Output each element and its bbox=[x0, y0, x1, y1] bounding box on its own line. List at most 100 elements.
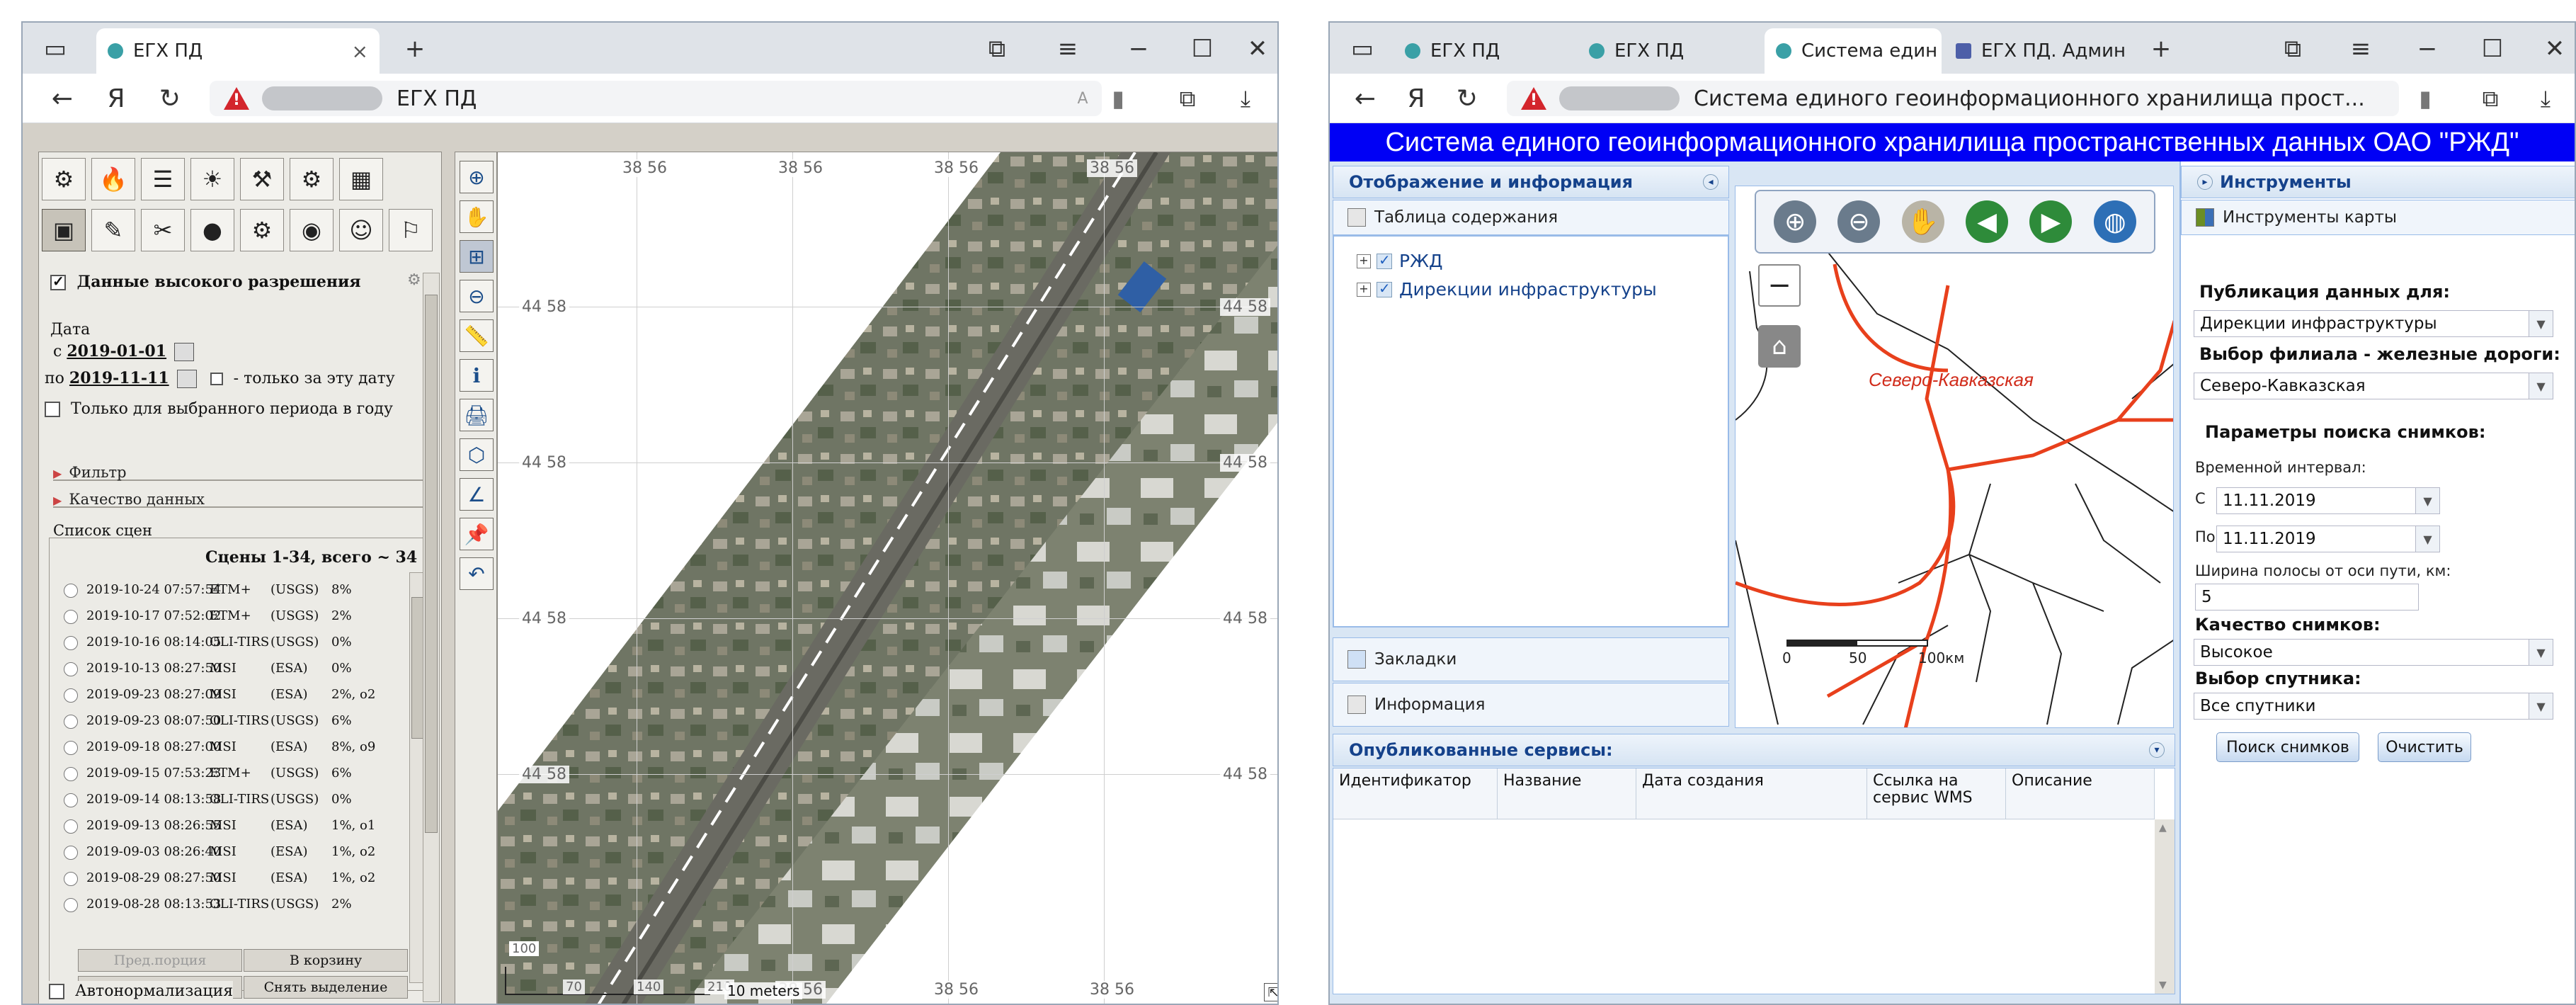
scene-radio[interactable] bbox=[64, 741, 78, 755]
translate-icon[interactable]: A bbox=[1064, 81, 1102, 116]
right-tab-4[interactable]: ЕГХ ПД. Админ bbox=[1944, 28, 2128, 74]
satellite-map[interactable]: 38 56 38 56 38 56 38 56 38 56 38 56 38 5… bbox=[497, 152, 1277, 1004]
new-tab-button[interactable]: + bbox=[394, 31, 436, 67]
to-basket-button[interactable]: В корзину bbox=[244, 949, 408, 972]
to-date-value[interactable]: 2019-11-11 bbox=[69, 369, 169, 387]
layer-tool-8-icon[interactable]: ⚐ bbox=[389, 209, 433, 251]
tab-sidebar-icon[interactable]: ▭ bbox=[1341, 31, 1384, 67]
settings-small-icon[interactable]: ⚙ bbox=[407, 271, 421, 289]
col-identifier[interactable]: Идентификатор bbox=[1333, 768, 1498, 819]
scene-row[interactable]: 2019-09-13 08:26:55 MSI (ESA) 1%, o1 bbox=[64, 818, 404, 834]
display-panel-header[interactable]: Отображение и информация ◂ bbox=[1333, 166, 1729, 198]
close-window-button[interactable]: ✕ bbox=[2534, 31, 2575, 67]
only-period-checkbox[interactable] bbox=[45, 402, 60, 417]
layer-tool-3-icon[interactable]: ✂ bbox=[141, 209, 185, 251]
download-icon[interactable]: ⤓ bbox=[1226, 81, 1265, 116]
layer-tool-6-icon[interactable]: ◉ bbox=[290, 209, 334, 251]
only-this-date-checkbox[interactable] bbox=[210, 373, 223, 385]
from-date-value[interactable]: 2019-01-01 bbox=[67, 342, 166, 360]
zoom-box-icon[interactable]: ⊞ bbox=[460, 240, 494, 273]
scene-row[interactable]: 2019-10-24 07:57:54 ETM+ (USGS) 8% bbox=[64, 582, 404, 598]
download-icon[interactable]: ⤓ bbox=[2526, 81, 2565, 116]
collapse-left-icon[interactable]: ◂ bbox=[1703, 174, 1719, 190]
zoom-in-icon[interactable]: ⊕ bbox=[1774, 200, 1817, 243]
services-scrollbar[interactable]: ▲ ▼ bbox=[2155, 819, 2175, 994]
layer-tool-7-icon[interactable]: ☺ bbox=[339, 209, 383, 251]
col-created[interactable]: Дата создания bbox=[1636, 768, 1867, 819]
toolbar-tool-6-icon[interactable]: ⚙ bbox=[290, 158, 334, 200]
from-calendar-icon[interactable] bbox=[174, 343, 195, 361]
yandex-button[interactable]: Я bbox=[96, 79, 136, 118]
maximize-button[interactable]: ☐ bbox=[1181, 31, 1224, 67]
scene-row[interactable]: 2019-08-28 08:13:53 OLI-TIRS (USGS) 2% bbox=[64, 897, 404, 912]
reload-button[interactable]: ↻ bbox=[150, 79, 190, 118]
polygon-select-icon[interactable]: ⬡ bbox=[460, 438, 494, 471]
from-date-field[interactable]: 11.11.2019 ▼ bbox=[2216, 487, 2440, 514]
minimize-button[interactable]: − bbox=[2406, 31, 2449, 67]
quality-select[interactable]: Высокое ▼ bbox=[2194, 639, 2553, 666]
col-name[interactable]: Название bbox=[1498, 768, 1636, 819]
yandex-button[interactable]: Я bbox=[1396, 79, 1436, 118]
scene-radio[interactable] bbox=[64, 793, 78, 807]
toc-header[interactable]: Таблица содержания bbox=[1333, 200, 1729, 235]
chevron-down-icon[interactable]: ▼ bbox=[2529, 693, 2553, 719]
tab-sidebar-icon[interactable]: ▭ bbox=[34, 31, 76, 67]
toolbar-tool-4-icon[interactable]: ☀ bbox=[190, 158, 234, 200]
scene-row[interactable]: 2019-10-17 07:52:02 ETM+ (USGS) 2% bbox=[64, 608, 404, 624]
high-res-checkbox[interactable] bbox=[50, 273, 66, 290]
zoom-out-icon[interactable]: ⊖ bbox=[460, 280, 494, 312]
identify-icon[interactable]: ℹ bbox=[460, 359, 494, 392]
info-header[interactable]: Информация bbox=[1333, 683, 1729, 727]
full-extent-icon[interactable]: ◍ bbox=[2093, 200, 2136, 243]
rail-network-map[interactable]: Северо-Кавказская − ⌂ 0 50 100км bbox=[1735, 186, 2174, 728]
scene-radio[interactable] bbox=[64, 846, 78, 860]
scene-radio[interactable] bbox=[64, 819, 78, 834]
satellite-select[interactable]: Все спутники ▼ bbox=[2194, 693, 2553, 720]
chevron-down-icon[interactable]: ▼ bbox=[2529, 373, 2553, 399]
collapse-services-icon[interactable]: ▾ bbox=[2149, 742, 2165, 758]
auto-normalization-row[interactable]: Автонормализация bbox=[49, 981, 234, 1000]
close-tab-icon[interactable]: × bbox=[342, 40, 368, 63]
bookmarks-collection-icon[interactable]: ⧉ bbox=[2272, 31, 2314, 67]
undo-icon[interactable]: ↶ bbox=[460, 557, 494, 590]
back-extent-icon[interactable]: ◀ bbox=[1966, 200, 2009, 243]
scene-radio[interactable] bbox=[64, 584, 78, 598]
zoom-out-icon[interactable]: ⊖ bbox=[1837, 200, 1881, 243]
angle-icon[interactable]: ∠ bbox=[460, 478, 494, 511]
scroll-down-icon[interactable]: ▼ bbox=[2159, 980, 2167, 991]
to-date-field[interactable]: 11.11.2019 ▼ bbox=[2216, 526, 2440, 552]
clear-selection-button[interactable]: Снять выделение bbox=[244, 976, 408, 999]
toolbar-tool-5-icon[interactable]: ⚒ bbox=[240, 158, 284, 200]
col-description[interactable]: Описание bbox=[2006, 768, 2155, 819]
zoom-to-extent-icon[interactable]: ⊕ bbox=[460, 161, 494, 193]
width-input[interactable]: 5 bbox=[2195, 584, 2419, 611]
url-field[interactable]: Система единого геоинформационного храни… bbox=[1507, 81, 2399, 116]
new-tab-button[interactable]: + bbox=[2140, 31, 2182, 67]
scroll-up-icon[interactable]: ▲ bbox=[2159, 822, 2167, 834]
pin-icon[interactable]: 📌 bbox=[460, 518, 494, 550]
layer-tool-2-icon[interactable]: ✎ bbox=[91, 209, 135, 251]
scene-row[interactable]: 2019-09-15 07:53:23 ETM+ (USGS) 6% bbox=[64, 766, 404, 781]
tools-panel-header[interactable]: ▸ Инструменты bbox=[2181, 166, 2575, 198]
right-tab-2[interactable]: ЕГХ ПД bbox=[1578, 28, 1762, 74]
back-button[interactable]: ← bbox=[42, 79, 82, 118]
scene-row[interactable]: 2019-09-03 08:26:40 MSI (ESA) 1%, o2 bbox=[64, 844, 404, 860]
bookmarks-collection-icon[interactable]: ⧉ bbox=[976, 31, 1018, 67]
right-tab-3-active[interactable]: Система един × bbox=[1765, 28, 1942, 74]
only-period-row[interactable]: Только для выбранного периода в году bbox=[45, 400, 393, 418]
branch-select[interactable]: Северо-Кавказская ▼ bbox=[2194, 373, 2553, 399]
left-tab-egh[interactable]: ЕГХ ПД × bbox=[96, 28, 380, 74]
prev-portion-button[interactable]: Пред.порция bbox=[78, 949, 242, 972]
toolbar-tool-2-icon[interactable]: 🔥 bbox=[91, 158, 135, 200]
measure-icon[interactable]: 📏 bbox=[460, 319, 494, 352]
menu-icon[interactable]: ≡ bbox=[1047, 31, 1089, 67]
back-button[interactable]: ← bbox=[1345, 79, 1385, 118]
url-field[interactable]: ЕГХ ПД bbox=[210, 81, 1102, 116]
scene-radio[interactable] bbox=[64, 636, 78, 650]
scene-row[interactable]: 2019-09-23 08:27:09 MSI (ESA) 2%, o2 bbox=[64, 687, 404, 703]
col-wms-link[interactable]: Ссылка на сервис WMS bbox=[1867, 768, 2006, 819]
expand-icon[interactable]: + bbox=[1357, 282, 1371, 297]
services-header[interactable]: Опубликованные сервисы: ▾ bbox=[1333, 734, 2175, 766]
pan-icon[interactable]: ✋ bbox=[460, 200, 494, 233]
minimize-button[interactable]: − bbox=[1117, 31, 1160, 67]
